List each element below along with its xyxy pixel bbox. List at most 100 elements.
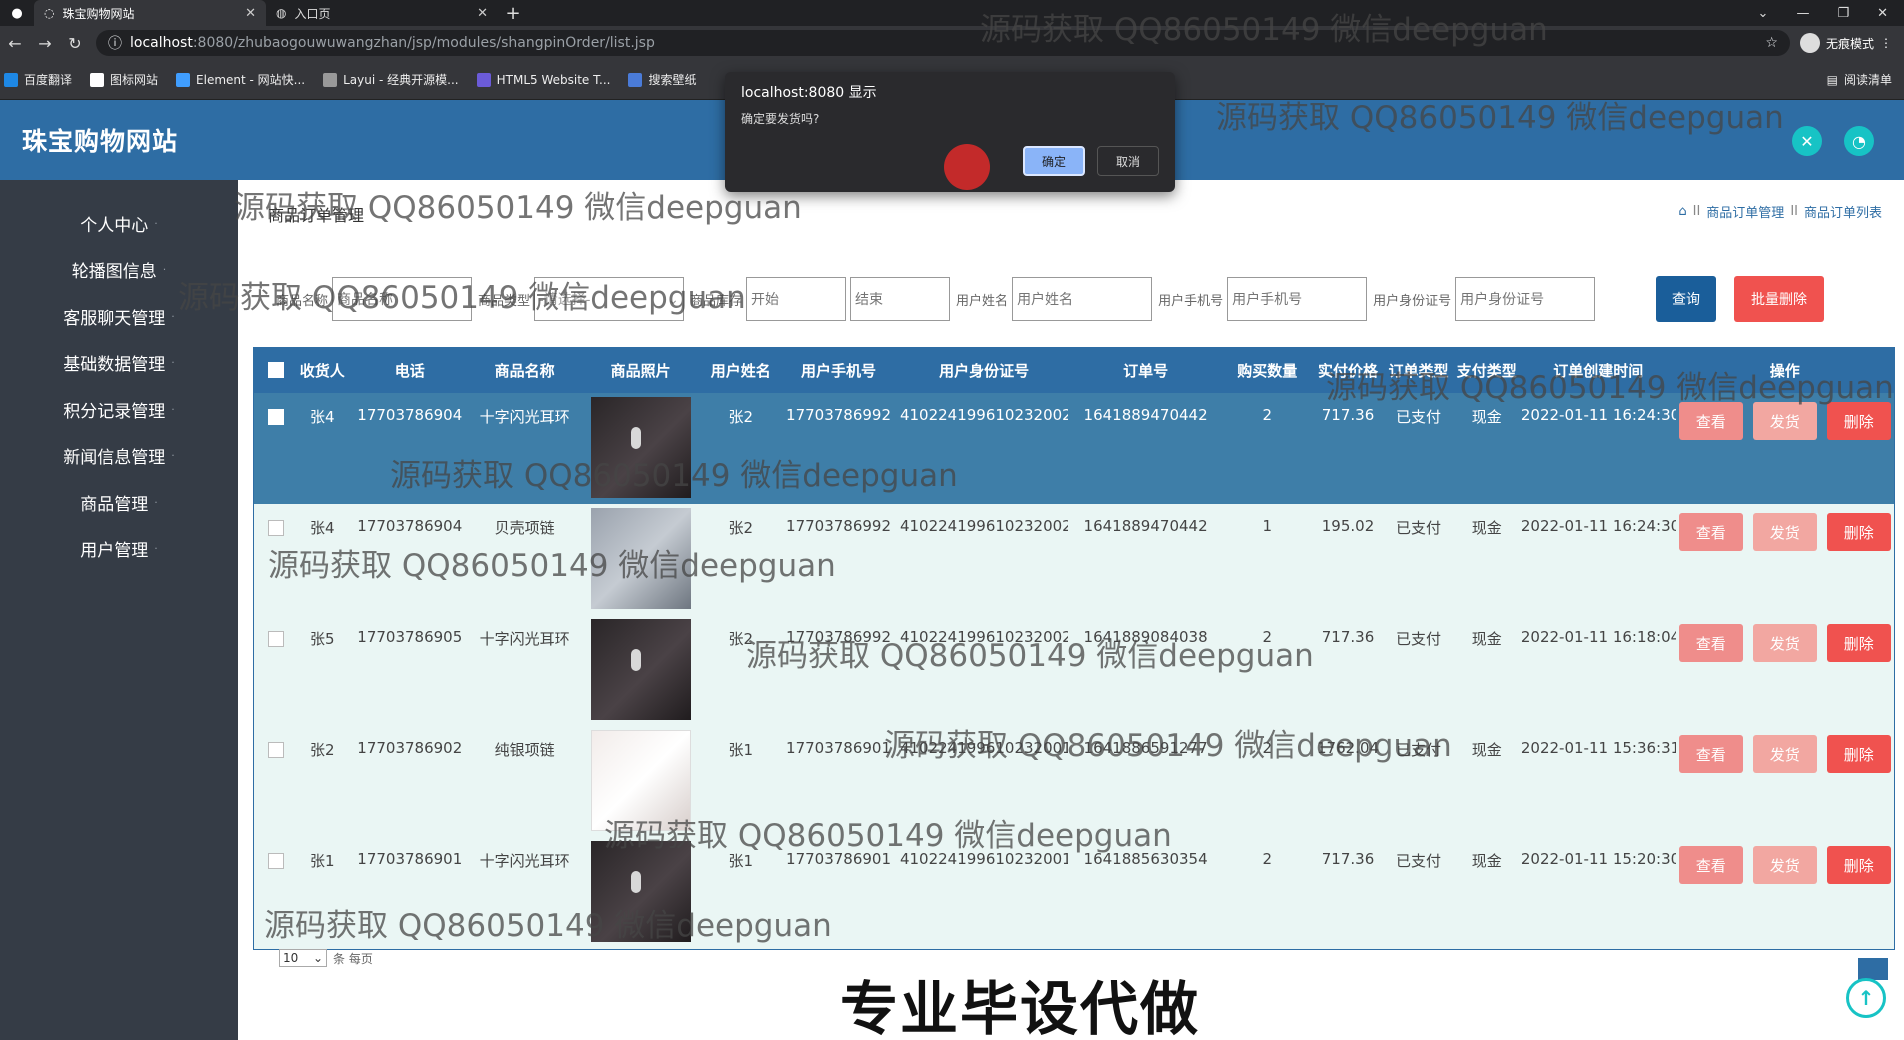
table-row[interactable]: 张4 17703786904 十字闪光耳环 张2 17703786992 41022419… [254,393,1894,504]
cell-qty: 2 [1262,628,1273,646]
goods-name-input[interactable] [332,277,473,321]
dialog-cancel-button[interactable]: 取消 [1097,146,1159,176]
bookmark-item[interactable]: Layui - 经典开源模... [323,71,459,88]
row-checkbox[interactable] [267,853,284,869]
table-row[interactable]: 张2 17703786902 纯银项链 张1 17703786901 4102241996… [254,726,1894,837]
tab-active[interactable]: ◌ 珠宝购物网站 ✕ [34,0,266,26]
dialog-ok-button[interactable]: 确定 [1023,146,1085,176]
delete-button[interactable]: 删除 [1826,624,1891,662]
view-button[interactable]: 查看 [1678,846,1743,884]
delete-button[interactable]: 删除 [1826,846,1891,884]
bookmark-item[interactable]: Element - 网站快... [176,71,305,88]
cell-user: 张2 [728,519,753,537]
tab-search-icon[interactable]: ⌄ [1758,6,1769,21]
cell-order-type: 已支付 [1396,408,1442,426]
restore-icon[interactable]: ❐ [1837,6,1849,21]
bookmark-star-icon[interactable]: ☆ [1765,35,1778,51]
tab-favicon-icon: ◌ [44,6,55,20]
ship-button[interactable]: 发货 [1752,402,1817,440]
sidebar-item-base-data[interactable]: 基础数据管理 · [0,340,238,387]
back-icon[interactable]: ← [0,34,30,53]
stock-end-input[interactable] [850,277,951,321]
table-row[interactable]: 张1 17703786901 十字闪光耳环 张1 17703786901 41022419… [254,837,1894,948]
sidebar-item-users[interactable]: 用户管理 · [0,526,238,573]
close-window-icon[interactable]: ✕ [1877,6,1888,21]
bookmark-item[interactable]: 搜索壁纸 [628,71,696,88]
row-checkbox[interactable] [267,520,284,536]
info-icon[interactable]: ⓘ [108,33,122,53]
cell-order-no: 1641889084038 [1083,628,1208,646]
cell-order-type: 已支付 [1396,519,1442,537]
col-header: 订单创建时间 [1553,362,1644,380]
row-checkbox[interactable] [267,631,284,647]
table-row[interactable]: 张4 17703786904 贝壳项链 张2 17703786992 4102241996… [254,504,1894,615]
bookmark-item[interactable]: 图标网站 [90,71,158,88]
stock-start-input[interactable] [746,277,847,321]
sidebar-item-news[interactable]: 新闻信息管理 · [0,433,238,480]
minimize-icon[interactable]: — [1796,6,1809,21]
reload-icon[interactable]: ↻ [60,34,90,53]
forward-icon[interactable]: → [30,34,60,53]
browser-menu-icon[interactable]: ● [0,0,34,26]
incognito-indicator[interactable]: 无痕模式 ⋮ [1799,33,1904,53]
user-name-input[interactable] [1012,277,1153,321]
cell-price: 1762.04 [1317,739,1380,757]
bookmark-item[interactable]: 百度翻译 [4,71,72,88]
cell-id-card: 410224199610232002 [899,406,1069,424]
table-row[interactable]: 张5 17703786905 十字闪光耳环 张2 17703786992 41022419… [254,615,1894,726]
ship-button[interactable]: 发货 [1752,624,1817,662]
user-icon[interactable]: ◔ [1844,126,1874,156]
query-button[interactable]: 查询 [1656,276,1716,322]
fullscreen-icon[interactable]: ✕ [1792,126,1822,156]
batch-delete-button[interactable]: 批量删除 [1734,276,1824,322]
ship-button[interactable]: 发货 [1752,735,1817,773]
back-to-top-icon[interactable]: ↑ [1846,978,1886,1018]
sidebar-item-points[interactable]: 积分记录管理 · [0,386,238,433]
col-header: 用户姓名 [710,362,771,380]
sidebar-item-carousel[interactable]: 轮播图信息 · [0,247,238,294]
page-size-select[interactable]: 10 ⌄ [279,949,327,967]
breadcrumb-item[interactable]: 商品订单列表 [1804,202,1882,221]
sidebar: 个人中心 · 轮播图信息 · 客服聊天管理 · 基础数据管理 · 积分记录管理 · 新闻信… [0,180,238,1040]
row-checkbox[interactable] [267,742,284,758]
ship-button[interactable]: 发货 [1752,846,1817,884]
sidebar-item-personal-center[interactable]: 个人中心 · [0,200,238,247]
view-button[interactable]: 查看 [1678,624,1743,662]
cell-price: 717.36 [1321,406,1375,424]
goods-type-select[interactable]: -请选择- ⌄ [534,277,685,321]
delete-button[interactable]: 删除 [1826,735,1891,773]
url-input[interactable]: ⓘ localhost:8080/zhubaogouwuwangzhan/jsp… [96,30,1790,56]
row-checkbox[interactable] [267,409,284,425]
new-tab-icon[interactable]: + [498,3,528,24]
user-id-label: 用户身份证号 [1373,293,1452,309]
cell-pay-type: 现金 [1471,741,1502,759]
delete-button[interactable]: 删除 [1826,513,1891,551]
breadcrumb-item[interactable]: 商品订单管理 [1706,202,1784,221]
home-icon[interactable]: ⌂ [1678,204,1686,219]
view-button[interactable]: 查看 [1678,735,1743,773]
sidebar-item-chat[interactable]: 客服聊天管理 · [0,293,238,340]
table-header-row: 收货人 电话 商品名称 商品照片 用户姓名 用户手机号 用户身份证号 订单号 购… [254,348,1894,393]
browser-tab-bar: ● ◌ 珠宝购物网站 ✕ ◍ 入口页 ✕ + ⌄ — ❐ ✕ [0,0,1904,26]
user-phone-input[interactable] [1227,277,1368,321]
cell-pay-type: 现金 [1471,852,1502,870]
sidebar-item-goods[interactable]: 商品管理 · [0,479,238,526]
close-tab-icon[interactable]: ✕ [477,6,488,21]
chevron-down-icon: ⌄ [667,290,680,307]
more-menu-icon[interactable]: ⋮ [1880,36,1892,50]
layui-icon [323,72,338,87]
delete-button[interactable]: 删除 [1826,402,1891,440]
tab-entry[interactable]: ◍ 入口页 ✕ [266,0,498,26]
goods-type-label: 商品类型 [478,293,531,309]
reading-list[interactable]: ▤ 阅读清单 [1827,71,1904,88]
bookmark-item[interactable]: HTML5 Website T... [476,72,610,87]
cell-pay-type: 现金 [1471,630,1502,648]
view-button[interactable]: 查看 [1678,513,1743,551]
ship-button[interactable]: 发货 [1752,513,1817,551]
close-tab-icon[interactable]: ✕ [245,6,256,21]
select-all-checkbox[interactable] [267,362,284,378]
cell-receiver: 张2 [309,741,335,759]
user-id-input[interactable] [1455,277,1596,321]
view-button[interactable]: 查看 [1678,402,1743,440]
cell-receiver: 张4 [309,519,335,537]
